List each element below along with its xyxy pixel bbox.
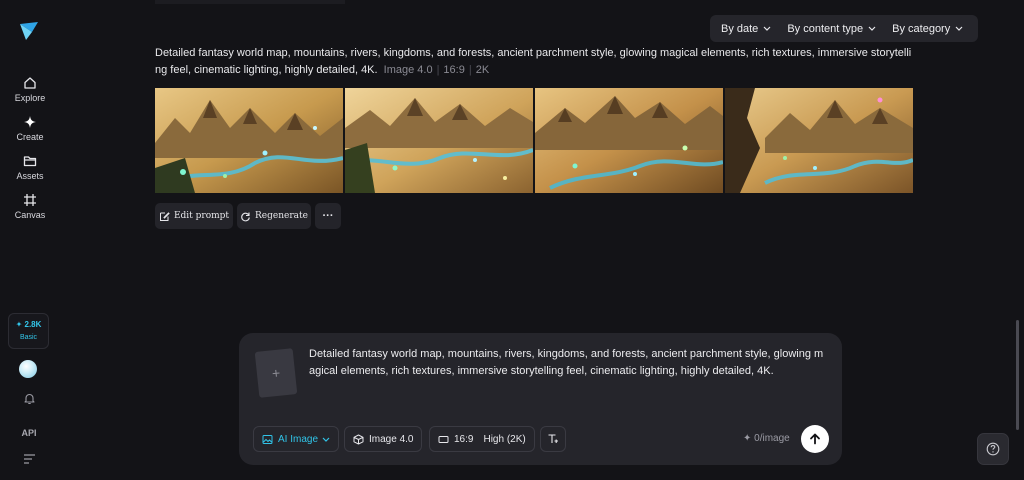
plus-icon: + <box>271 364 281 382</box>
filter-bar: By date By content type By category <box>710 15 978 42</box>
quality-label: High (2K) <box>483 433 526 445</box>
scrollbar[interactable] <box>1016 320 1019 430</box>
filter-by-content-type[interactable]: By content type <box>782 23 881 35</box>
sidebar-item-label: Assets <box>16 171 44 181</box>
chevron-down-icon <box>322 437 330 442</box>
image-icon <box>262 434 273 444</box>
previous-item-edge <box>155 0 345 4</box>
sidebar-item-assets[interactable]: Assets <box>0 154 60 181</box>
edit-prompt-label: Edit prompt <box>173 211 230 221</box>
regenerate-label: Regenerate <box>255 211 308 221</box>
home-icon <box>24 77 36 89</box>
sidebar-item-label: Explore <box>14 93 46 103</box>
filter-label: By content type <box>787 22 864 35</box>
sidebar-item-create[interactable]: Create <box>0 115 60 142</box>
api-link[interactable]: API <box>0 423 58 441</box>
edit-icon <box>159 211 170 221</box>
filter-label: By category <box>892 22 951 35</box>
fantasy-map-image <box>535 88 723 193</box>
generated-image-3[interactable] <box>535 88 723 193</box>
help-icon <box>986 442 1000 456</box>
menu-icon <box>23 454 35 464</box>
aspect-ratio-icon <box>438 435 449 443</box>
sidebar-item-label: Canvas <box>14 210 46 220</box>
mode-label: AI Image <box>278 433 319 445</box>
model-tag: Image 4.0 <box>383 64 433 76</box>
cube-icon <box>353 434 364 444</box>
arrow-up-icon <box>810 433 820 445</box>
ratio-label: 16:9 <box>454 433 474 445</box>
text-format-icon <box>548 434 558 443</box>
divider: | <box>436 64 440 76</box>
prompt-text: Detailed fantasy world map, mountains, r… <box>155 47 912 76</box>
folder-icon <box>23 156 37 167</box>
text-style-button[interactable] <box>540 426 566 452</box>
help-button[interactable] <box>977 433 1009 465</box>
cost-per-image: ✦ 0/image <box>743 433 790 444</box>
filter-by-category[interactable]: By category <box>887 23 968 35</box>
avatar[interactable] <box>19 360 37 378</box>
model-label: Image 4.0 <box>369 433 414 445</box>
more-icon: ··· <box>322 210 334 222</box>
fantasy-map-image <box>345 88 533 193</box>
send-button[interactable] <box>801 425 829 453</box>
canvas-icon <box>24 194 36 206</box>
sidebar-item-canvas[interactable]: Canvas <box>0 193 60 220</box>
api-label: API <box>21 428 37 438</box>
more-options-button[interactable]: ··· <box>315 203 341 229</box>
plan-label: Basic <box>19 334 38 341</box>
prompt-input[interactable]: Detailed fantasy world map, mountains, r… <box>309 346 829 380</box>
logo-icon[interactable] <box>18 20 40 42</box>
generated-image-2[interactable] <box>345 88 533 193</box>
resolution-tag: 2K <box>475 64 490 76</box>
refresh-icon <box>241 212 250 221</box>
ratio-tag: 16:9 <box>443 64 465 76</box>
filter-by-date[interactable]: By date <box>716 23 776 35</box>
filter-label: By date <box>721 22 759 35</box>
sparkle-icon <box>24 116 36 128</box>
generated-image-1[interactable] <box>155 88 343 193</box>
credits-badge[interactable]: ✦ 2.8K Basic <box>8 313 49 349</box>
chevron-down-icon <box>763 26 771 31</box>
credits-amount: ✦ 2.8K <box>15 320 42 329</box>
menu-button[interactable] <box>0 453 58 465</box>
fantasy-map-image <box>155 88 343 193</box>
chevron-down-icon <box>955 26 963 31</box>
fantasy-map-image <box>725 88 913 193</box>
add-reference-image-button[interactable]: + <box>254 348 298 398</box>
bell-icon <box>23 393 35 405</box>
mode-selector[interactable]: AI Image <box>253 426 340 452</box>
edit-prompt-button[interactable]: Edit prompt <box>155 203 233 229</box>
chevron-down-icon <box>868 26 876 31</box>
ratio-quality-selector[interactable]: 16:9 High (2K) <box>429 426 535 452</box>
prompt-composer: + Detailed fantasy world map, mountains,… <box>239 333 842 465</box>
sidebar: Explore Create Assets Canvas ✦ 2.8K Basi… <box>0 0 60 480</box>
sidebar-item-explore[interactable]: Explore <box>0 76 60 103</box>
divider: | <box>468 64 472 76</box>
generated-image-4[interactable] <box>725 88 913 193</box>
model-selector[interactable]: Image 4.0 <box>344 426 423 452</box>
generation-prompt: Detailed fantasy world map, mountains, r… <box>155 45 915 79</box>
notifications-button[interactable] <box>0 392 58 405</box>
sidebar-item-label: Create <box>16 132 44 142</box>
regenerate-button[interactable]: Regenerate <box>237 203 311 229</box>
